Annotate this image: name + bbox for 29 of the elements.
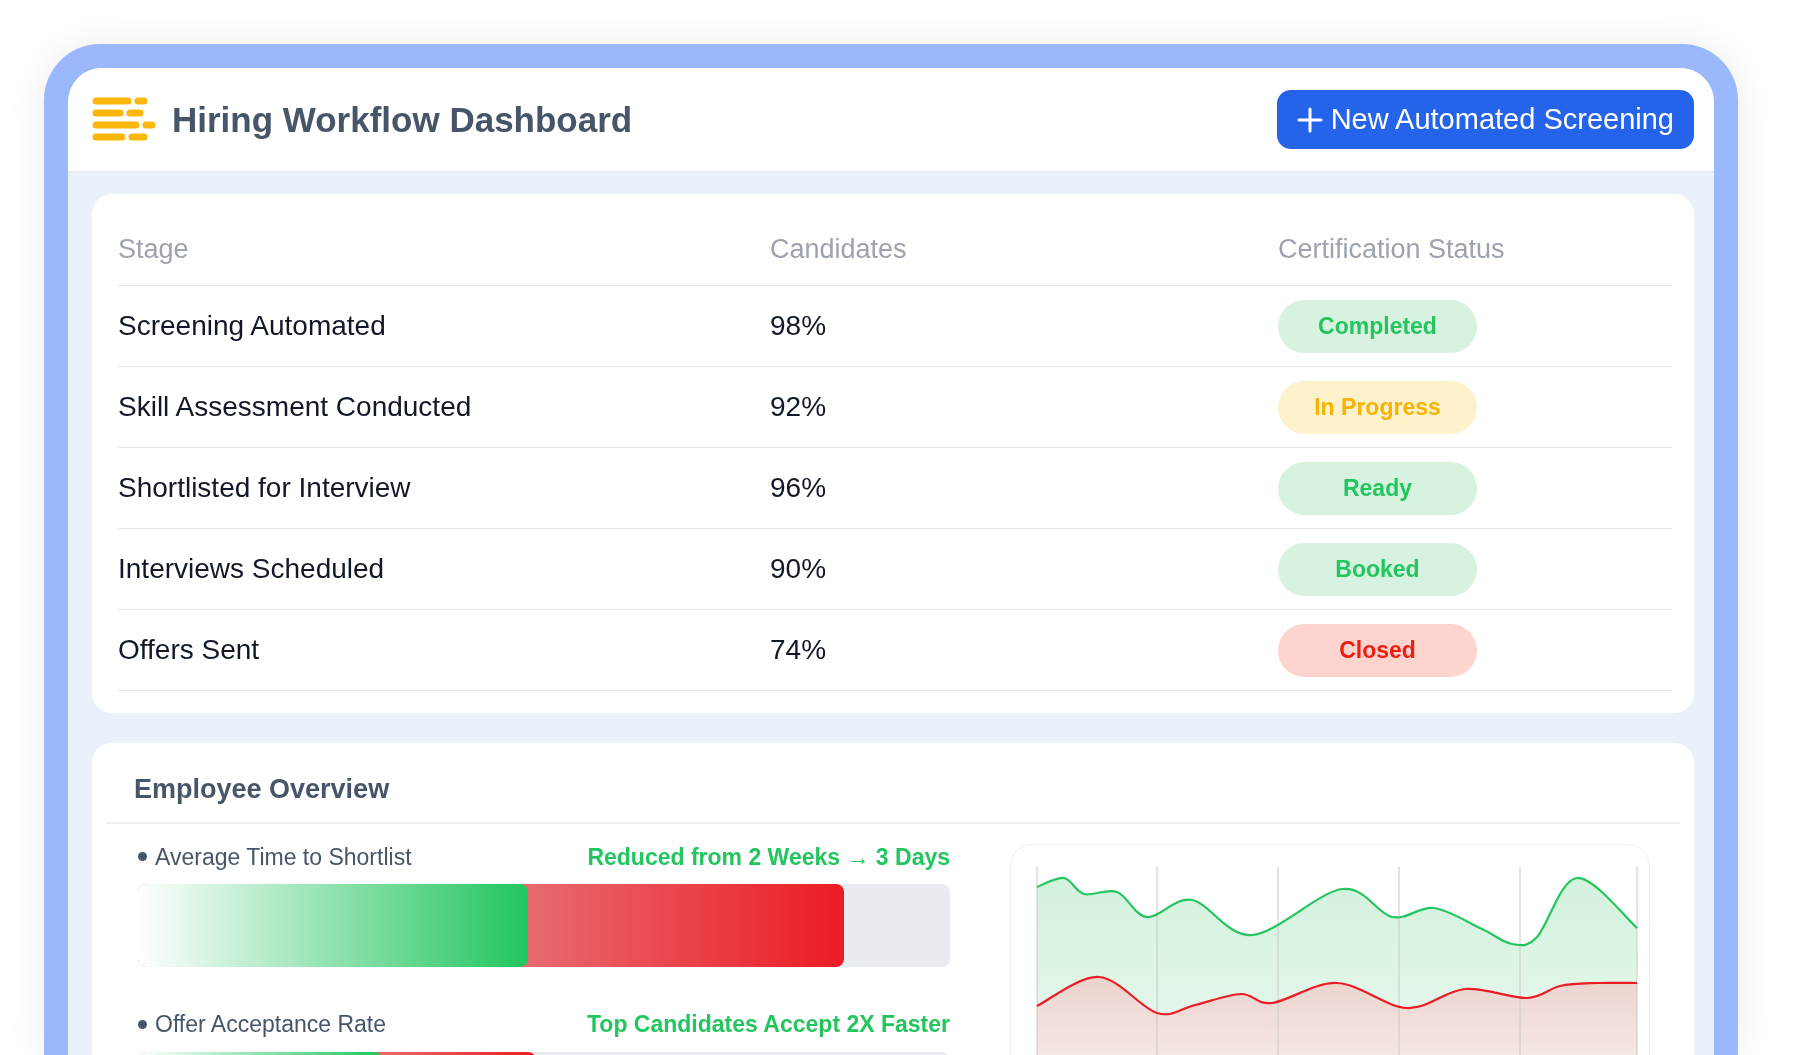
status-badge: Completed: [1278, 299, 1477, 353]
stage-cell-text: Interviews Scheduled: [118, 552, 386, 586]
candidates-cell-text: 74%: [770, 633, 828, 667]
stage-cell-text: Shortlisted for Interview: [118, 471, 412, 505]
bullet-icon: [138, 852, 147, 862]
logo-icon: [92, 96, 156, 143]
status-badge: Ready: [1278, 461, 1477, 515]
column-header: Certification Status: [1278, 233, 1505, 267]
candidates-cell-text: 90%: [770, 552, 828, 586]
column-header: Stage: [118, 233, 190, 267]
metric-label: Offer Acceptance Rate: [155, 1010, 386, 1039]
metric-note: Reduced from 2 Weeks → 3 Days: [587, 842, 950, 872]
candidates-cell-text: 96%: [770, 471, 828, 505]
stage-cell-text: Skill Assessment Conducted: [118, 390, 473, 424]
stage-cell-text: Offers Sent: [118, 633, 261, 667]
status-badge: Closed: [1278, 623, 1477, 677]
column-header: Candidates: [770, 233, 908, 267]
candidates-cell-text: 98%: [770, 309, 828, 343]
status-badge: In Progress: [1278, 380, 1477, 434]
metric-note: Top Candidates Accept 2X Faster: [587, 1010, 950, 1039]
dashboard-title: Hiring Workflow Dashboard: [172, 98, 633, 141]
metric-label: Average Time to Shortlist: [155, 842, 412, 872]
stage-cell-text: Screening Automated: [118, 309, 387, 343]
overview-title: Employee Overview: [106, 769, 1680, 824]
plus-icon: [1296, 106, 1323, 133]
new-screening-button[interactable]: New Automated Screening: [1276, 89, 1694, 150]
status-badge: Booked: [1278, 542, 1477, 596]
candidates-cell-text: 92%: [770, 390, 828, 424]
bullet-icon: [138, 1019, 147, 1029]
